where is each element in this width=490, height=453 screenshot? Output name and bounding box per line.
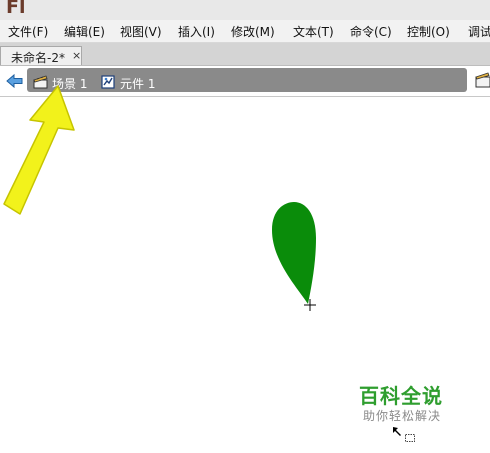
breadcrumb: 场景 1 元件 1	[27, 68, 467, 92]
menu-file[interactable]: 文件(F)	[8, 23, 48, 40]
menu-edit[interactable]: 编辑(E)	[64, 23, 105, 40]
watermark-title: 百科全说	[359, 384, 443, 408]
symbol-icon[interactable]	[101, 74, 116, 89]
title-bar: Fl	[0, 0, 490, 20]
menu-bar: 文件(F) 编辑(E) 视图(V) 插入(I) 修改(M) 文本(T) 命令(C…	[0, 20, 490, 43]
document-tab-bar: 未命名-2* ×	[0, 43, 490, 66]
registration-point-icon	[304, 299, 316, 311]
cursor-icon	[393, 427, 415, 442]
symbol-crumb[interactable]: 元件 1	[120, 75, 155, 92]
teardrop-shape[interactable]	[268, 200, 322, 312]
menu-debug[interactable]: 调试	[468, 23, 490, 40]
close-icon[interactable]: ×	[72, 49, 81, 62]
menu-commands[interactable]: 命令(C)	[350, 23, 392, 40]
menu-text[interactable]: 文本(T)	[293, 23, 334, 40]
menu-view[interactable]: 视图(V)	[120, 23, 162, 40]
menu-modify[interactable]: 修改(M)	[231, 23, 275, 40]
app-logo: Fl	[6, 0, 26, 18]
menu-control[interactable]: 控制(O)	[407, 23, 450, 40]
document-tab-label: 未命名-2*	[11, 51, 65, 65]
watermark-subtitle: 助你轻松解决	[363, 409, 442, 423]
annotation-arrow	[3, 85, 75, 215]
document-tab[interactable]: 未命名-2* ×	[0, 46, 82, 65]
edit-scene-icon[interactable]	[474, 71, 490, 89]
menu-insert[interactable]: 插入(I)	[178, 23, 215, 40]
